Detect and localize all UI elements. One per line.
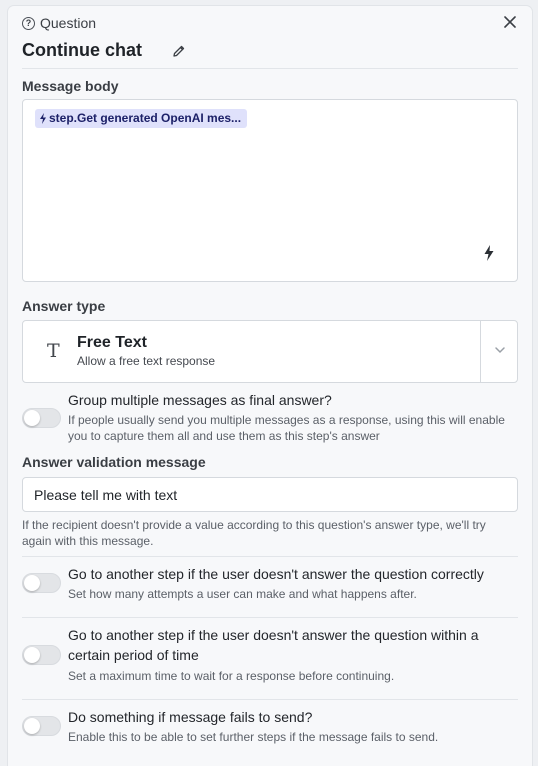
answer-type-select[interactable]: T Free Text Allow a free text response bbox=[22, 320, 518, 383]
select-divider bbox=[480, 321, 481, 382]
answer-type-title: Free Text bbox=[77, 334, 147, 351]
close-icon[interactable] bbox=[502, 14, 518, 30]
node-type-header: ? Question bbox=[22, 15, 96, 31]
lightning-icon bbox=[40, 113, 46, 124]
message-body-label: Message body bbox=[22, 78, 119, 94]
timeout-toggle[interactable] bbox=[22, 645, 61, 665]
group-messages-toggle[interactable] bbox=[22, 408, 61, 428]
section-divider bbox=[22, 617, 518, 618]
question-circle-icon: ? bbox=[22, 16, 35, 30]
title-row: Continue chat bbox=[22, 40, 186, 61]
insert-variable-icon[interactable] bbox=[483, 245, 495, 261]
header-divider bbox=[22, 68, 518, 69]
group-messages-description: If people usually send you multiple mess… bbox=[68, 413, 505, 443]
validation-message-input[interactable] bbox=[22, 477, 518, 512]
answer-type-label: Answer type bbox=[22, 298, 106, 314]
validation-label: Answer validation message bbox=[22, 454, 206, 470]
question-panel: ? Question Continue chat Message body st… bbox=[8, 6, 532, 766]
answer-type-description: Allow a free text response bbox=[77, 354, 216, 368]
variable-chip-label: step.Get generated OpenAI mes... bbox=[49, 111, 242, 125]
timeout-description: Set a maximum time to wait for a respons… bbox=[68, 669, 395, 683]
node-type-label: Question bbox=[40, 15, 97, 31]
page-title: Continue chat bbox=[22, 40, 142, 60]
send-failure-description: Enable this to be able to set further st… bbox=[68, 730, 439, 744]
message-body-editor[interactable]: step.Get generated OpenAI mes... bbox=[22, 99, 518, 282]
wrong-answer-toggle[interactable] bbox=[22, 573, 61, 593]
wrong-answer-description: Set how many attempts a user can make an… bbox=[68, 587, 417, 601]
send-failure-title: Do something if message fails to send? bbox=[68, 709, 313, 725]
text-type-icon: T bbox=[47, 340, 60, 362]
section-divider bbox=[22, 699, 518, 700]
send-failure-toggle[interactable] bbox=[22, 716, 61, 736]
timeout-title: Go to another step if the user doesn't a… bbox=[68, 627, 479, 663]
wrong-answer-title: Go to another step if the user doesn't a… bbox=[68, 566, 484, 582]
variable-chip[interactable]: step.Get generated OpenAI mes... bbox=[35, 109, 248, 128]
section-divider bbox=[22, 556, 518, 557]
chevron-down-icon[interactable] bbox=[493, 343, 507, 357]
group-messages-title: Group multiple messages as final answer? bbox=[68, 392, 332, 408]
validation-help-text: If the recipient doesn't provide a value… bbox=[22, 518, 486, 548]
pencil-icon[interactable] bbox=[172, 44, 186, 58]
